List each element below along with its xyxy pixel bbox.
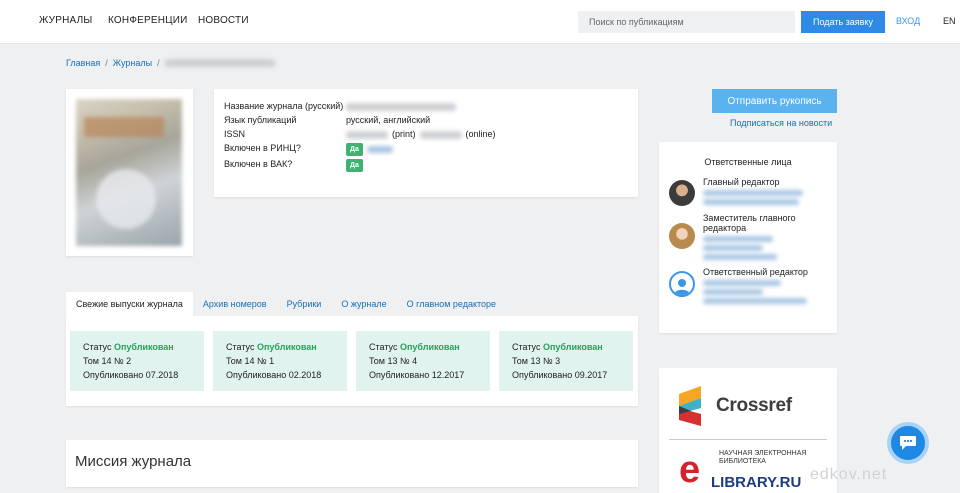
info-row-issn: ISSN (print) (online) <box>224 129 628 140</box>
elibrary-e-mark: e <box>679 449 701 491</box>
issue-volume: Том 14 № 1 <box>226 356 275 366</box>
subscribe-news-link[interactable]: Подписаться на новости <box>730 118 832 128</box>
rinc-link-redacted[interactable] <box>366 146 393 153</box>
status-value: Опубликован <box>542 342 603 352</box>
avatar <box>669 223 695 249</box>
person-role: Заместитель главного редактора <box>703 213 796 233</box>
person-chief-editor: Главный редактор <box>669 177 827 206</box>
person-email-redacted[interactable] <box>703 298 807 304</box>
chat-button[interactable] <box>887 422 929 464</box>
journal-cover-card <box>66 89 193 256</box>
language-switch[interactable]: EN <box>943 16 956 26</box>
issn-print-suffix: (print) <box>392 129 416 139</box>
status-label: Статус <box>83 342 112 352</box>
avatar <box>669 180 695 206</box>
status-value: Опубликован <box>113 342 174 352</box>
crossref-logo[interactable]: Crossref <box>679 386 792 426</box>
issue-card[interactable]: Статус Опубликован Том 13 № 3 Опубликова… <box>499 331 633 391</box>
tab-archive[interactable]: Архив номеров <box>193 292 277 316</box>
journal-info-card: Название журнала (русский) Язык публикац… <box>214 89 638 197</box>
issue-published: Опубликовано 02.2018 <box>226 370 322 380</box>
info-row-title: Название журнала (русский) <box>224 101 628 112</box>
info-row-vak: Включен в ВАК? Да <box>224 159 628 172</box>
issue-card[interactable]: Статус Опубликован Том 14 № 2 Опубликова… <box>70 331 204 391</box>
info-label: Включен в ВАК? <box>224 159 293 169</box>
chat-bubble-icon <box>900 436 916 450</box>
breadcrumb-journals[interactable]: Журналы <box>113 58 152 68</box>
info-row-language: Язык публикаций русский, английский <box>224 115 628 126</box>
login-link[interactable]: ВХОД <box>896 16 920 26</box>
person-executive-editor: Ответственный редактор <box>669 267 827 304</box>
persons-title: Ответственные лица <box>704 157 792 167</box>
issn-online-redacted <box>419 130 462 139</box>
submit-manuscript-button[interactable]: Отправить рукопись <box>712 89 837 113</box>
person-role: Ответственный редактор <box>703 267 808 277</box>
person-name-redacted[interactable] <box>703 190 803 196</box>
breadcrumb-separator: / <box>105 58 108 68</box>
journal-title-redacted <box>346 102 456 111</box>
submit-request-button[interactable]: Подать заявку <box>801 11 885 33</box>
elibrary-caption: НАУЧНАЯ ЭЛЕКТРОННАЯ БИБЛИОТЕКА <box>719 450 807 465</box>
vak-badge: Да <box>346 159 363 172</box>
info-label: Включен в РИНЦ? <box>224 143 301 153</box>
info-label: Язык публикаций <box>224 115 297 125</box>
status-value: Опубликован <box>256 342 317 352</box>
person-deputy-editor: Заместитель главного редактора <box>669 213 827 260</box>
person-name-redacted[interactable] <box>703 245 763 251</box>
status-label: Статус <box>226 342 255 352</box>
divider <box>669 439 827 440</box>
info-row-rinc: Включен в РИНЦ? Да <box>224 143 628 156</box>
recent-issues-panel: Статус Опубликован Том 14 № 2 Опубликова… <box>66 316 638 406</box>
breadcrumb-home[interactable]: Главная <box>66 58 100 68</box>
info-label: Название журнала (русский) <box>224 101 344 111</box>
nav-conferences[interactable]: КОНФЕРЕНЦИИ <box>108 15 188 26</box>
breadcrumb-current-redacted <box>164 59 275 67</box>
journal-cover-image <box>76 99 182 246</box>
person-email-redacted[interactable] <box>703 199 799 205</box>
status-label: Статус <box>369 342 398 352</box>
responsible-persons-card: Ответственные лица Главный редактор Заме… <box>659 142 837 333</box>
tab-rubrics[interactable]: Рубрики <box>277 292 332 316</box>
issn-print-redacted <box>346 130 388 139</box>
issn-online-suffix: (online) <box>465 129 496 139</box>
issue-published: Опубликовано 09.2017 <box>512 370 608 380</box>
info-label: ISSN <box>224 129 246 139</box>
search-input[interactable] <box>578 11 795 33</box>
elibrary-logo[interactable]: e НАУЧНАЯ ЭЛЕКТРОННАЯ БИБЛИОТЕКА LIBRARY… <box>679 449 819 491</box>
user-icon <box>669 271 695 297</box>
person-name-redacted[interactable] <box>703 280 781 286</box>
person-name-redacted[interactable] <box>703 289 763 295</box>
issue-published: Опубликовано 07.2018 <box>83 370 179 380</box>
mission-title: Миссия журнала <box>75 453 192 470</box>
issue-published: Опубликовано 12.2017 <box>369 370 465 380</box>
breadcrumb: Главная / Журналы / <box>66 58 275 68</box>
mission-card: Миссия журнала <box>66 440 638 487</box>
issue-card[interactable]: Статус Опубликован Том 14 № 1 Опубликова… <box>213 331 347 391</box>
breadcrumb-separator: / <box>157 58 160 68</box>
user-silhouette-icon <box>674 279 690 295</box>
issue-volume: Том 14 № 2 <box>83 356 132 366</box>
issue-volume: Том 13 № 3 <box>512 356 561 366</box>
info-value: русский, английский <box>346 115 431 125</box>
issue-volume: Том 13 № 4 <box>369 356 418 366</box>
person-name-redacted[interactable] <box>703 236 773 242</box>
rinc-badge: Да <box>346 143 363 156</box>
nav-news[interactable]: НОВОСТИ <box>198 15 249 26</box>
journal-tabs: Свежие выпуски журнала Архив номеров Руб… <box>66 292 506 316</box>
nav-journals[interactable]: ЖУРНАЛЫ <box>39 15 92 26</box>
tab-chief-editor[interactable]: О главном редакторе <box>397 292 506 316</box>
issue-card[interactable]: Статус Опубликован Том 13 № 4 Опубликова… <box>356 331 490 391</box>
crossref-mark-icon <box>679 386 701 426</box>
tab-recent-issues[interactable]: Свежие выпуски журнала <box>66 292 193 316</box>
crossref-wordmark: Crossref <box>716 395 792 416</box>
status-label: Статус <box>512 342 541 352</box>
person-email-redacted[interactable] <box>703 254 777 260</box>
watermark: edkov.net <box>810 466 888 483</box>
top-navigation-bar: ЖУРНАЛЫ КОНФЕРЕНЦИИ НОВОСТИ Подать заявк… <box>0 0 960 44</box>
tab-about[interactable]: О журнале <box>331 292 396 316</box>
status-value: Опубликован <box>399 342 460 352</box>
elibrary-wordmark: LIBRARY.RU <box>711 474 802 491</box>
person-role: Главный редактор <box>703 177 780 187</box>
